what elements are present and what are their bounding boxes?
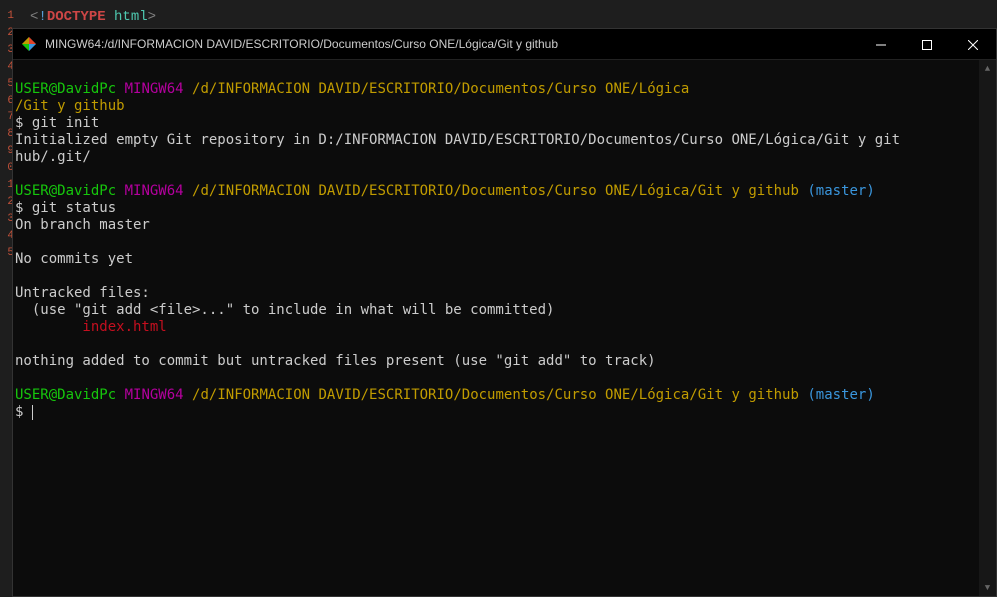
title-bar[interactable]: MINGW64:/d/INFORMACION DAVID/ESCRITORIO/… <box>13 29 996 60</box>
status-branch-line: On branch master <box>15 217 150 233</box>
editor-line-1[interactable]: <!DOCTYPE html> <box>30 8 987 26</box>
prompt-path-cont: /Git y github <box>15 98 125 114</box>
html-keyword: html <box>114 9 148 25</box>
prompt-path: /d/INFORMACION DAVID/ESCRITORIO/Document… <box>192 183 799 199</box>
terminal-content[interactable]: USER@DavidPc MINGW64 /d/INFORMACION DAVI… <box>13 60 996 431</box>
command-output: Initialized empty Git repository in D:/I… <box>15 132 900 165</box>
prompt-system: MINGW64 <box>125 387 184 403</box>
prompt-user: USER@DavidPc <box>15 387 116 403</box>
app-icon <box>21 36 37 52</box>
command-input: $ git init <box>15 115 99 131</box>
scroll-up-icon[interactable]: ▲ <box>979 60 996 77</box>
prompt-system: MINGW64 <box>125 81 184 97</box>
exclamation: ! <box>38 9 46 25</box>
terminal-scrollbar[interactable]: ▲ ▼ <box>979 60 996 596</box>
prompt-path: /d/INFORMACION DAVID/ESCRITORIO/Document… <box>192 387 799 403</box>
status-nocommits-line: No commits yet <box>15 251 133 267</box>
angle-bracket: > <box>148 9 156 25</box>
minimize-button[interactable] <box>858 29 904 60</box>
untracked-header: Untracked files: <box>15 285 150 301</box>
terminal-window: MINGW64:/d/INFORMACION DAVID/ESCRITORIO/… <box>12 28 997 597</box>
prompt-user: USER@DavidPc <box>15 81 116 97</box>
doctype-keyword: DOCTYPE <box>47 9 106 25</box>
prompt-system: MINGW64 <box>125 183 184 199</box>
command-input: $ git status <box>15 200 116 216</box>
prompt-branch: (master) <box>807 387 874 403</box>
window-title: MINGW64:/d/INFORMACION DAVID/ESCRITORIO/… <box>45 37 858 51</box>
maximize-button[interactable] <box>904 29 950 60</box>
nothing-added-line: nothing added to commit but untracked fi… <box>15 353 656 369</box>
window-controls <box>858 29 996 59</box>
line-number: 1 <box>0 8 16 25</box>
prompt-path: /d/INFORMACION DAVID/ESCRITORIO/Document… <box>192 81 689 97</box>
close-button[interactable] <box>950 29 996 60</box>
untracked-file: index.html <box>15 319 167 335</box>
command-input[interactable]: $ <box>15 404 32 420</box>
terminal-body[interactable]: USER@DavidPc MINGW64 /d/INFORMACION DAVI… <box>13 60 996 596</box>
prompt-user: USER@DavidPc <box>15 183 116 199</box>
untracked-hint: (use "git add <file>..." to include in w… <box>15 302 554 318</box>
prompt-branch: (master) <box>807 183 874 199</box>
scroll-down-icon[interactable]: ▼ <box>979 579 996 596</box>
terminal-cursor <box>32 405 33 420</box>
